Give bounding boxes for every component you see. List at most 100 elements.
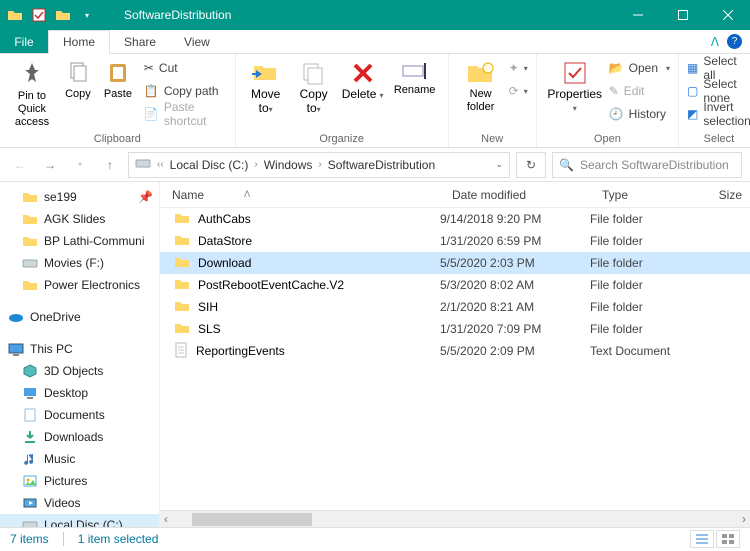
selectnone-icon: ▢ — [687, 84, 698, 98]
file-row[interactable]: SLS1/31/2020 7:09 PMFile folder — [160, 318, 750, 340]
close-button[interactable] — [705, 0, 750, 30]
tree-label: AGK Slides — [44, 212, 105, 226]
col-date[interactable]: Date modified — [440, 182, 590, 207]
maximize-button[interactable] — [660, 0, 705, 30]
delete-button[interactable]: Delete ▾ — [340, 58, 386, 102]
file-row[interactable]: AuthCabs9/14/2018 9:20 PMFile folder — [160, 208, 750, 230]
move-to-button[interactable]: Move to▾ — [244, 58, 288, 116]
edit-button[interactable]: ✎Edit — [609, 81, 670, 101]
scroll-left-icon[interactable]: ‹ — [160, 512, 172, 526]
nav-forward-button[interactable]: → — [38, 153, 62, 177]
history-button[interactable]: 🕘History — [609, 104, 670, 124]
pin-quickaccess-button[interactable]: Pin to Quick access — [8, 58, 56, 129]
tree-item[interactable]: Pictures — [0, 470, 159, 492]
address-bar[interactable]: ‹‹ Local Disc (C:) › Windows › SoftwareD… — [128, 152, 510, 178]
tree-icon — [22, 233, 38, 249]
tree-item[interactable]: Local Disc (C:) — [0, 514, 159, 527]
paste-shortcut-button[interactable]: 📄Paste shortcut — [144, 104, 227, 124]
view-details-button[interactable] — [690, 530, 714, 548]
tree-item[interactable]: Movies (F:) — [0, 252, 159, 274]
column-headers[interactable]: Nameᐱ Date modified Type Size — [160, 182, 750, 208]
crumb-windows[interactable]: Windows — [264, 158, 313, 172]
tree-item[interactable]: Power Electronics — [0, 274, 159, 296]
tree-item[interactable]: OneDrive — [0, 306, 159, 328]
tree-icon — [22, 211, 38, 227]
qat-properties-icon[interactable] — [30, 6, 48, 24]
crumb-softwaredistribution[interactable]: SoftwareDistribution — [328, 158, 435, 172]
search-icon: 🔍 — [559, 158, 574, 172]
copy-to-button[interactable]: Copy to▾ — [292, 58, 336, 116]
tree-label: Documents — [44, 408, 105, 422]
tree-item[interactable]: se199📌 — [0, 186, 159, 208]
nav-recent-button[interactable]: ▾ — [68, 153, 92, 177]
horizontal-scrollbar[interactable]: ‹ › — [160, 510, 750, 527]
col-name[interactable]: Nameᐱ — [160, 182, 440, 207]
new-item-button[interactable]: ✦▾ — [509, 58, 528, 78]
help-icon[interactable]: ? — [727, 34, 742, 49]
tree-item[interactable]: Videos — [0, 492, 159, 514]
file-name: DataStore — [198, 234, 252, 248]
nav-up-button[interactable]: ↑ — [98, 153, 122, 177]
tree-label: Pictures — [44, 474, 87, 488]
col-size[interactable]: Size — [700, 182, 750, 207]
cut-button[interactable]: ✂Cut — [144, 58, 227, 78]
refresh-button[interactable]: ↻ — [516, 152, 546, 178]
tree-item[interactable]: Downloads — [0, 426, 159, 448]
open-button[interactable]: 📂Open▾ — [609, 58, 670, 78]
new-folder-button[interactable]: New folder — [457, 58, 505, 114]
tree-item[interactable]: Music — [0, 448, 159, 470]
content-area: se199📌 AGK Slides BP Lathi-CommuniMovies (… — [0, 182, 750, 527]
file-icon — [174, 342, 188, 361]
tab-file[interactable]: File — [0, 30, 48, 53]
paste-button[interactable]: Paste — [100, 58, 136, 101]
file-row[interactable]: SIH2/1/2020 8:21 AMFile folder — [160, 296, 750, 318]
copy-button[interactable]: Copy — [60, 58, 96, 101]
col-type[interactable]: Type — [590, 182, 700, 207]
folder-app-icon — [6, 6, 24, 24]
ribbon-collapse-icon[interactable]: ᐱ — [711, 35, 719, 49]
select-none-button[interactable]: ▢Select none — [687, 81, 750, 101]
search-input[interactable]: 🔍 Search SoftwareDistribution — [552, 152, 742, 178]
nav-tree[interactable]: se199📌 AGK Slides BP Lathi-CommuniMovies (… — [0, 182, 160, 527]
file-rows[interactable]: AuthCabs9/14/2018 9:20 PMFile folderData… — [160, 208, 750, 510]
file-row[interactable]: PostRebootEventCache.V25/3/2020 8:02 AMF… — [160, 274, 750, 296]
scroll-thumb[interactable] — [192, 513, 312, 526]
file-row[interactable]: ReportingEvents5/5/2020 2:09 PMText Docu… — [160, 340, 750, 362]
crumb-sep-icon[interactable]: ‹‹ — [157, 159, 164, 170]
tree-item[interactable]: Desktop — [0, 382, 159, 404]
invert-selection-button[interactable]: ◩Invert selection — [687, 104, 750, 124]
file-type: File folder — [590, 212, 700, 226]
tree-item[interactable]: This PC — [0, 338, 159, 360]
select-all-button[interactable]: ▦Select all — [687, 58, 750, 78]
file-row[interactable]: DataStore1/31/2020 6:59 PMFile folder — [160, 230, 750, 252]
rename-button[interactable]: Rename — [390, 58, 440, 97]
tree-item[interactable]: AGK Slides — [0, 208, 159, 230]
tab-share[interactable]: Share — [110, 30, 170, 53]
view-large-button[interactable] — [716, 530, 740, 548]
scroll-right-icon[interactable]: › — [738, 512, 750, 526]
easy-access-button[interactable]: ⟳▾ — [509, 81, 528, 101]
group-select-label: Select — [687, 132, 750, 145]
tree-icon — [22, 255, 38, 271]
properties-button[interactable]: Properties ▾ — [545, 58, 605, 115]
qat-newfolder-icon[interactable] — [54, 6, 72, 24]
copy-path-button[interactable]: 📋Copy path — [144, 81, 227, 101]
titlebar: ▾ SoftwareDistribution — [0, 0, 750, 30]
folder-icon — [174, 299, 190, 316]
tree-item[interactable]: BP Lathi-Communi — [0, 230, 159, 252]
nav-back-button[interactable]: ← — [8, 153, 32, 177]
address-dropdown-icon[interactable]: ⌄ — [495, 159, 503, 170]
tab-view[interactable]: View — [170, 30, 224, 53]
tree-item[interactable]: 3D Objects — [0, 360, 159, 382]
tree-label: OneDrive — [30, 310, 81, 324]
minimize-button[interactable] — [615, 0, 660, 30]
crumb-localdisc[interactable]: Local Disc (C:) — [170, 158, 249, 172]
tab-home[interactable]: Home — [48, 30, 110, 54]
file-date: 5/5/2020 2:03 PM — [440, 256, 590, 270]
status-count: 7 items — [10, 532, 49, 546]
file-row[interactable]: Download5/5/2020 2:03 PMFile folder — [160, 252, 750, 274]
qat-caret-icon[interactable]: ▾ — [78, 6, 96, 24]
tree-item[interactable]: Documents — [0, 404, 159, 426]
status-bar: 7 items 1 item selected — [0, 527, 750, 550]
file-name: AuthCabs — [198, 212, 251, 226]
